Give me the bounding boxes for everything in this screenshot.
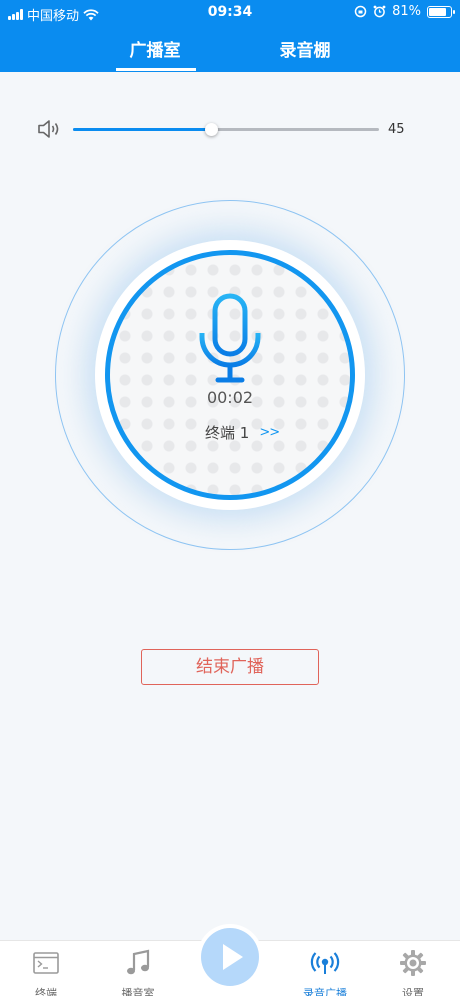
music-note-icon xyxy=(127,949,150,975)
nav-label-broadcast-room: 播音室 xyxy=(121,987,155,996)
nav-label-settings: 设置 xyxy=(402,987,424,996)
broadcast-mic-panel: 00:02 终端 1 >> xyxy=(55,200,405,550)
speaker-icon[interactable] xyxy=(36,118,62,140)
nav-item-terminal[interactable]: 终端 xyxy=(11,949,81,996)
nav-item-broadcast-room[interactable]: 播音室 xyxy=(103,949,173,996)
volume-slider[interactable] xyxy=(73,123,379,136)
header: 中国移动 09:34 81% 广播室 录音棚 xyxy=(0,0,460,72)
battery-icon xyxy=(427,5,455,18)
volume-control: 45 xyxy=(36,118,436,142)
rotation-lock-icon xyxy=(354,5,367,18)
status-bar: 中国移动 09:34 81% xyxy=(0,0,460,26)
nav-item-settings[interactable]: 设置 xyxy=(378,949,448,996)
volume-slider-thumb[interactable] xyxy=(204,123,218,136)
broadcast-timer: 00:02 xyxy=(206,388,254,407)
terminal-label: 终端 1 xyxy=(205,424,250,442)
nav-label-recording-broadcast: 录音广播 xyxy=(303,987,347,996)
gear-icon xyxy=(400,950,426,976)
volume-slider-fill xyxy=(73,128,211,131)
microphone-icon xyxy=(199,293,261,383)
battery-percent: 81% xyxy=(392,4,421,19)
broadcast-icon xyxy=(310,952,340,974)
play-button-circle xyxy=(201,928,259,986)
end-broadcast-button[interactable]: 结束广播 xyxy=(141,649,319,685)
tab-bar: 广播室 录音棚 xyxy=(0,30,460,72)
tab-broadcast-room[interactable]: 广播室 xyxy=(115,36,195,61)
page: 中国移动 09:34 81% 广播室 录音棚 45 00:02 终端 1 >> … xyxy=(0,0,460,996)
play-button[interactable] xyxy=(197,924,263,990)
nav-label-terminal: 终端 xyxy=(35,987,57,996)
volume-value: 45 xyxy=(388,122,405,137)
tab-recording-studio[interactable]: 录音棚 xyxy=(265,36,345,61)
play-icon xyxy=(223,944,243,970)
terminal-selector[interactable]: 终端 1 >> xyxy=(205,422,280,443)
alarm-icon xyxy=(373,5,386,18)
active-tab-indicator xyxy=(116,68,196,71)
nav-item-recording-broadcast[interactable]: 录音广播 xyxy=(290,949,360,996)
double-chevron-icon[interactable]: >> xyxy=(259,425,280,440)
terminal-icon xyxy=(33,952,59,974)
status-right: 81% xyxy=(354,4,455,19)
